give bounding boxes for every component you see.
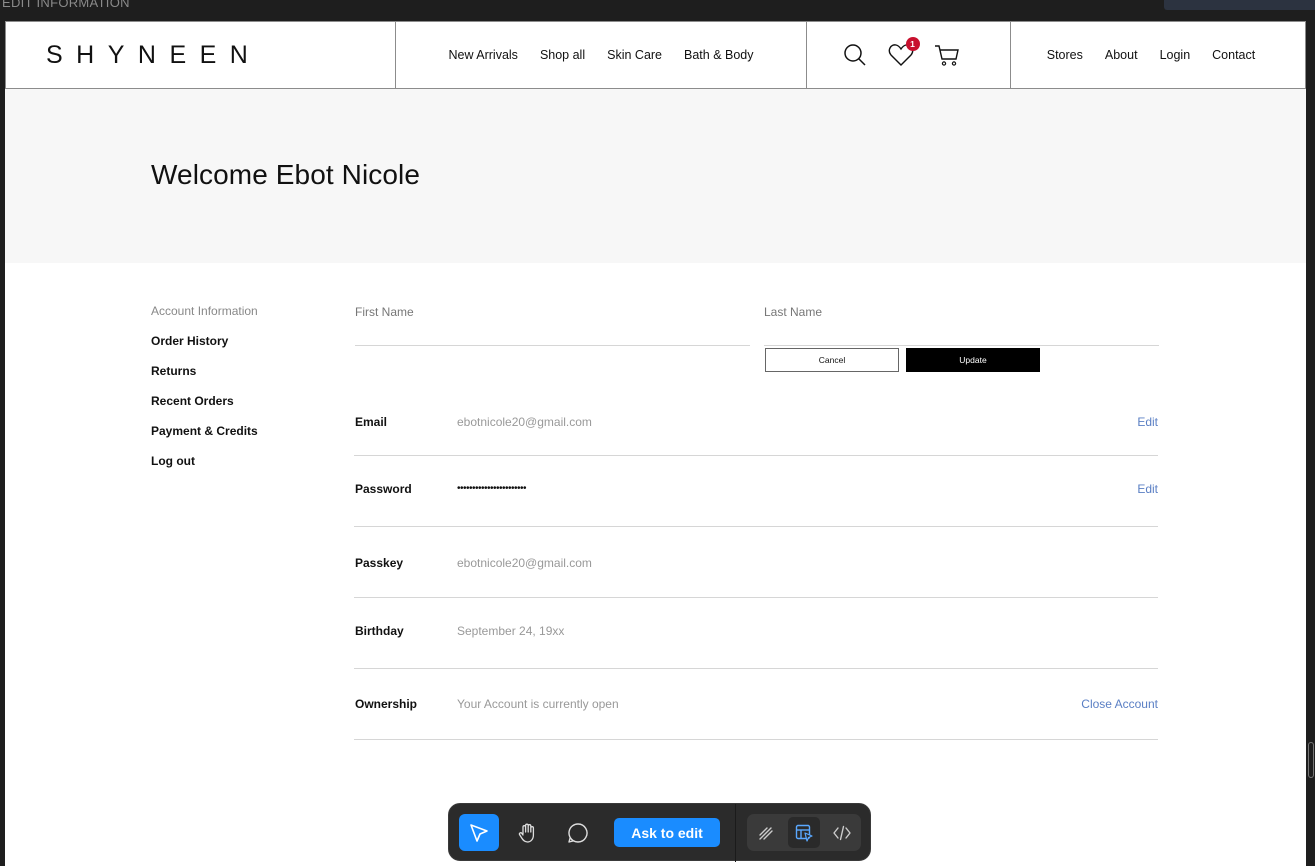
frame-label: EDIT INFORMATION xyxy=(2,0,130,10)
wishlist-count-badge: 1 xyxy=(905,37,920,51)
row-divider xyxy=(354,597,1158,598)
nav-shop-all[interactable]: Shop all xyxy=(540,48,585,62)
birthday-label: Birthday xyxy=(355,624,404,638)
site-header: SHYNEEN New Arrivals Shop all Skin Care … xyxy=(5,21,1306,89)
row-divider xyxy=(354,526,1158,527)
sidebar-item-payment-credits[interactable]: Payment & Credits xyxy=(151,425,258,455)
utility-links: Stores About Login Contact xyxy=(1011,22,1305,88)
email-label: Email xyxy=(355,415,388,429)
link-about[interactable]: About xyxy=(1105,48,1138,62)
design-mode-button[interactable] xyxy=(788,817,820,848)
account-sidebar: Account Information Order History Return… xyxy=(151,305,258,485)
hand-icon xyxy=(518,823,535,843)
password-label: Password xyxy=(355,482,412,496)
row-divider xyxy=(354,739,1158,740)
last-name-field[interactable]: Last Name xyxy=(764,305,1159,346)
passkey-value: ebotnicole20@gmail.com xyxy=(457,556,592,570)
update-button[interactable]: Update xyxy=(906,348,1040,372)
heart-icon[interactable]: 1 xyxy=(887,37,920,69)
page-canvas: SHYNEEN New Arrivals Shop all Skin Care … xyxy=(5,21,1306,866)
birthday-value: September 24, 19xx xyxy=(457,624,565,638)
row-divider xyxy=(354,668,1158,669)
hand-tool-button[interactable] xyxy=(508,814,548,851)
mode-switcher xyxy=(747,814,861,851)
logo-cell: SHYNEEN xyxy=(6,22,396,88)
cursor-icon xyxy=(470,823,488,842)
scrollbar-thumb[interactable] xyxy=(1308,742,1314,778)
edit-password-link[interactable]: Edit xyxy=(1137,482,1158,496)
link-contact[interactable]: Contact xyxy=(1212,48,1255,62)
ownership-label: Ownership xyxy=(355,697,418,711)
welcome-hero: Welcome Ebot Nicole xyxy=(5,89,1306,263)
nav-bath-body[interactable]: Bath & Body xyxy=(684,48,754,62)
nav-skin-care[interactable]: Skin Care xyxy=(607,48,662,62)
close-account-link[interactable]: Close Account xyxy=(1081,697,1158,711)
comment-tool-button[interactable] xyxy=(558,814,598,851)
toolbar-divider xyxy=(735,804,736,862)
page-title: Welcome Ebot Nicole xyxy=(151,159,421,190)
row-divider xyxy=(354,455,1158,456)
ownership-value: Your Account is currently open xyxy=(457,697,619,711)
sidebar-item-account-information[interactable]: Account Information xyxy=(151,305,258,335)
cancel-button[interactable]: Cancel xyxy=(765,348,899,372)
edit-email-link[interactable]: Edit xyxy=(1137,415,1158,429)
main-nav: New Arrivals Shop all Skin Care Bath & B… xyxy=(396,22,807,88)
editor-toolbar: Ask to edit xyxy=(448,803,871,862)
email-value: ebotnicole20@gmail.com xyxy=(457,415,592,429)
select-tool-button[interactable] xyxy=(459,814,499,851)
brand-logo[interactable]: SHYNEEN xyxy=(46,41,261,70)
first-name-field[interactable]: First Name xyxy=(355,305,750,346)
passkey-label: Passkey xyxy=(355,556,404,570)
sidebar-item-recent-orders[interactable]: Recent Orders xyxy=(151,395,258,425)
frame-badge xyxy=(1164,0,1315,10)
header-icons: 1 xyxy=(807,22,1011,88)
comment-icon xyxy=(568,822,588,843)
password-value: ••••••••••••••••••••••• xyxy=(457,483,527,494)
layout-icon xyxy=(795,824,813,842)
code-icon xyxy=(833,825,851,840)
cart-icon[interactable] xyxy=(933,41,961,69)
ask-to-edit-button[interactable]: Ask to edit xyxy=(614,818,720,847)
sidebar-item-returns[interactable]: Returns xyxy=(151,365,258,395)
nav-new-arrivals[interactable]: New Arrivals xyxy=(448,48,517,62)
sidebar-item-log-out[interactable]: Log out xyxy=(151,455,258,485)
code-mode-button[interactable] xyxy=(826,817,858,848)
draw-mode-button[interactable] xyxy=(750,817,782,848)
link-login[interactable]: Login xyxy=(1160,48,1191,62)
pen-icon xyxy=(759,826,773,840)
link-stores[interactable]: Stores xyxy=(1047,48,1083,62)
search-icon[interactable] xyxy=(841,41,869,69)
sidebar-item-order-history[interactable]: Order History xyxy=(151,335,258,365)
